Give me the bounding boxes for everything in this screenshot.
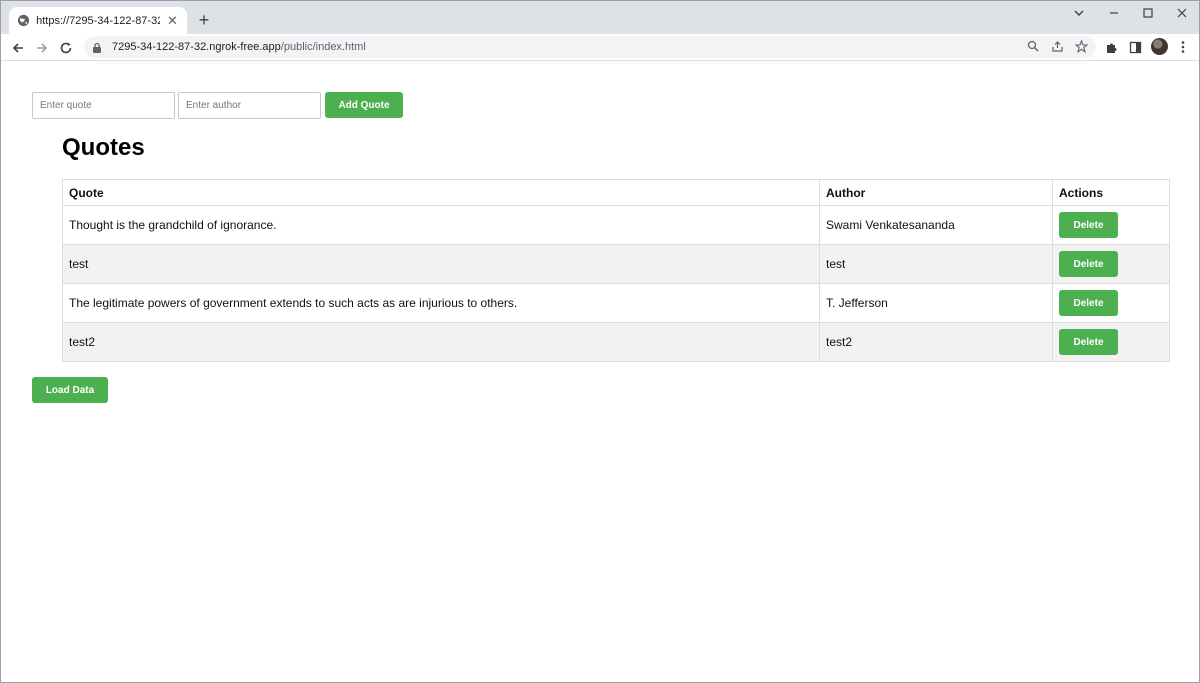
- delete-button[interactable]: Delete: [1059, 212, 1118, 238]
- actions-cell: Delete: [1052, 322, 1170, 362]
- bookmark-star-icon[interactable]: [1074, 39, 1088, 53]
- author-cell: Swami Venkatesananda: [819, 205, 1053, 245]
- actions-cell: Delete: [1052, 205, 1170, 245]
- page-content: Add Quote Quotes Quote Author Actions Th…: [1, 61, 1199, 682]
- browser-toolbar: 7295-34-122-87-32.ngrok-free.app/public/…: [1, 34, 1199, 61]
- lock-icon[interactable]: [92, 41, 104, 53]
- back-arrow-icon[interactable]: [7, 37, 29, 59]
- browser-window: https://7295-34-122-87-32.ngrok-free.app…: [0, 0, 1200, 683]
- address-bar[interactable]: 7295-34-122-87-32.ngrok-free.app/public/…: [84, 36, 1096, 58]
- tab-title: https://7295-34-122-87-32.ngrok-free.app…: [36, 14, 160, 27]
- forward-arrow-icon[interactable]: [31, 37, 53, 59]
- delete-button[interactable]: Delete: [1059, 251, 1118, 277]
- table-row: test2 test2 Delete: [62, 322, 1170, 362]
- close-tab-icon[interactable]: ✕: [166, 13, 179, 28]
- page-title: Quotes: [62, 134, 145, 161]
- url-host: 7295-34-122-87-32.ngrok-free.app: [112, 41, 281, 53]
- table-row: Thought is the grandchild of ignorance. …: [62, 205, 1170, 245]
- quote-input[interactable]: [32, 92, 175, 119]
- minimize-icon[interactable]: [1096, 1, 1132, 25]
- close-window-icon[interactable]: [1164, 1, 1200, 25]
- delete-button[interactable]: Delete: [1059, 290, 1118, 316]
- author-input[interactable]: [178, 92, 321, 119]
- table-header-row: Quote Author Actions: [62, 179, 1170, 206]
- header-actions: Actions: [1052, 179, 1170, 206]
- table-row: test test Delete: [62, 244, 1170, 284]
- actions-cell: Delete: [1052, 283, 1170, 323]
- menu-kebab-icon[interactable]: [1174, 38, 1192, 56]
- tab-strip: https://7295-34-122-87-32.ngrok-free.app…: [1, 1, 1199, 34]
- quotes-table: Quote Author Actions Thought is the gran…: [62, 179, 1170, 362]
- maximize-icon[interactable]: [1130, 1, 1166, 25]
- browser-tab[interactable]: https://7295-34-122-87-32.ngrok-free.app…: [9, 7, 187, 34]
- header-author: Author: [819, 179, 1053, 206]
- actions-cell: Delete: [1052, 244, 1170, 284]
- profile-avatar[interactable]: [1151, 38, 1168, 55]
- reload-icon[interactable]: [55, 37, 77, 59]
- load-data-button[interactable]: Load Data: [32, 377, 108, 403]
- table-row: The legitimate powers of government exte…: [62, 283, 1170, 323]
- url-path: /public/index.html: [280, 41, 366, 53]
- extensions-puzzle-icon[interactable]: [1102, 38, 1120, 56]
- header-quote: Quote: [62, 179, 820, 206]
- author-cell: test2: [819, 322, 1053, 362]
- globe-icon: [17, 14, 30, 28]
- add-quote-button[interactable]: Add Quote: [325, 92, 403, 118]
- quote-cell: The legitimate powers of government exte…: [62, 283, 820, 323]
- quote-cell: test2: [62, 322, 820, 362]
- quote-cell: Thought is the grandchild of ignorance.: [62, 205, 820, 245]
- share-icon[interactable]: [1050, 39, 1064, 53]
- new-tab-button[interactable]: +: [194, 10, 214, 30]
- quote-cell: test: [62, 244, 820, 284]
- author-cell: T. Jefferson: [819, 283, 1053, 323]
- zoom-search-icon[interactable]: [1026, 39, 1040, 53]
- tab-search-icon[interactable]: [1061, 1, 1097, 25]
- side-panel-icon[interactable]: [1126, 38, 1144, 56]
- author-cell: test: [819, 244, 1053, 284]
- delete-button[interactable]: Delete: [1059, 329, 1118, 355]
